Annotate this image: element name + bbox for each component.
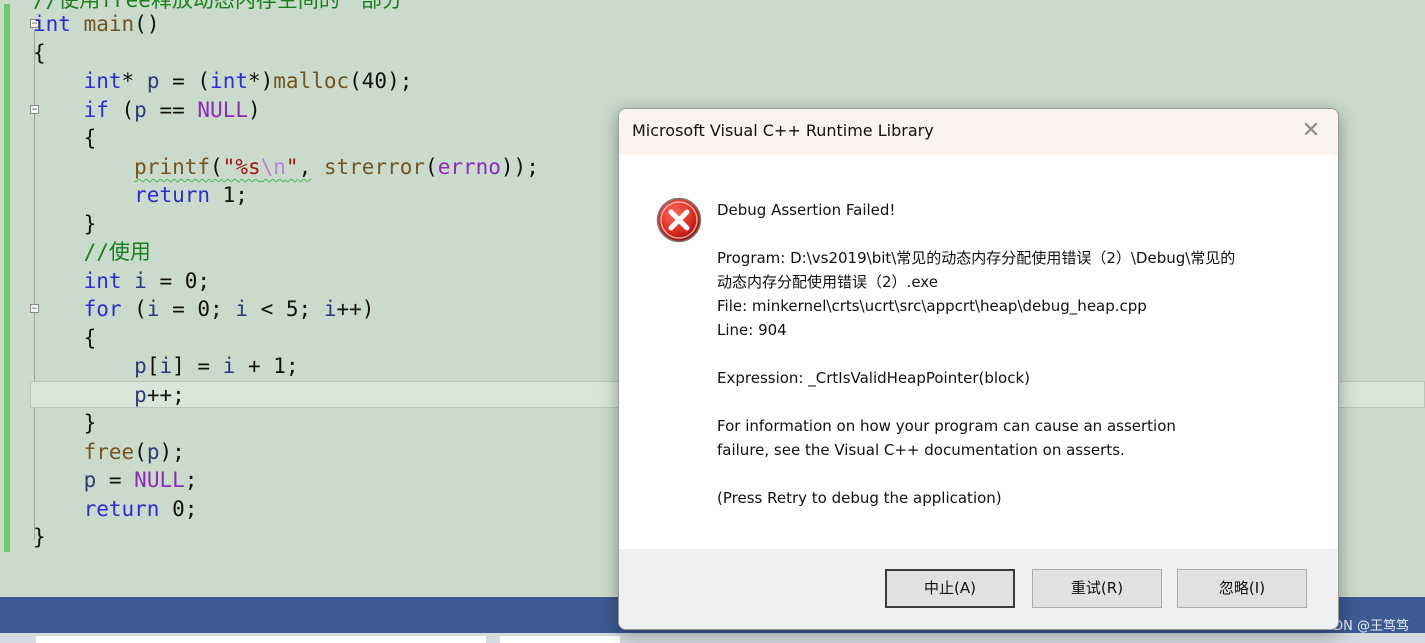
press-retry-hint: (Press Retry to debug the application): [717, 489, 1002, 507]
code-line-20[interactable]: }: [33, 523, 46, 551]
code-line-5[interactable]: if (p == NULL): [33, 96, 261, 124]
code-line-4[interactable]: int* p = (int*)malloc(40);: [33, 67, 413, 95]
file-path: File: minkernel\crts\ucrt\src\appcrt\hea…: [717, 297, 1147, 315]
close-icon[interactable]: ✕: [1298, 119, 1324, 145]
dialog-title: Microsoft Visual C++ Runtime Library: [632, 121, 934, 140]
code-line-6[interactable]: {: [33, 124, 97, 152]
code-line-8[interactable]: return 1;: [33, 181, 248, 209]
error-icon: [656, 197, 702, 243]
assertion-heading: Debug Assertion Failed!: [717, 201, 896, 219]
fold-margin: − − −: [14, 0, 39, 597]
dialog-titlebar[interactable]: Microsoft Visual C++ Runtime Library ✕: [619, 109, 1338, 155]
toolbar-segment[interactable]: [500, 636, 620, 643]
code-line-11[interactable]: int i = 0;: [33, 267, 210, 295]
code-line-14[interactable]: p[i] = i + 1;: [33, 352, 298, 380]
line-number: Line: 904: [717, 321, 787, 339]
info-text-2: failure, see the Visual C++ documentatio…: [717, 441, 1125, 459]
code-line-17[interactable]: free(p);: [33, 438, 185, 466]
bottom-toolbar: [0, 633, 1425, 643]
code-line-12[interactable]: for (i = 0; i < 5; i++): [33, 295, 375, 323]
program-path-cont: 动态内存分配使用错误（2）.exe: [717, 273, 938, 291]
code-line-7[interactable]: printf("%s\n", strerror(errno));: [33, 153, 539, 181]
code-line-9[interactable]: }: [33, 210, 97, 238]
code-line-18[interactable]: p = NULL;: [33, 466, 198, 494]
dialog-button-bar: 中止(A) 重试(R) 忽略(I): [619, 549, 1338, 629]
code-line-3[interactable]: {: [33, 39, 46, 67]
code-line-19[interactable]: return 0;: [33, 495, 198, 523]
ignore-button[interactable]: 忽略(I): [1177, 569, 1307, 608]
retry-button[interactable]: 重试(R): [1032, 569, 1162, 608]
program-path: Program: D:\vs2019\bit\常见的动态内存分配使用错误（2）\…: [717, 249, 1236, 267]
code-line-2[interactable]: int main(): [33, 10, 159, 38]
code-line-13[interactable]: {: [33, 324, 97, 352]
change-indicator-bar: [4, 4, 10, 552]
code-line-15[interactable]: p++;: [33, 381, 185, 409]
info-text-1: For information on how your program can …: [717, 417, 1176, 435]
expression-text: Expression: _CrtIsValidHeapPointer(block…: [717, 369, 1031, 387]
assertion-message: Debug Assertion Failed! Program: D:\vs20…: [717, 198, 1317, 510]
assertion-dialog: Microsoft Visual C++ Runtime Library ✕ D…: [618, 108, 1339, 630]
code-line-10[interactable]: //使用: [33, 238, 151, 266]
toolbar-segment[interactable]: [36, 636, 486, 643]
abort-button[interactable]: 中止(A): [885, 569, 1015, 608]
code-line-16[interactable]: }: [33, 409, 97, 437]
